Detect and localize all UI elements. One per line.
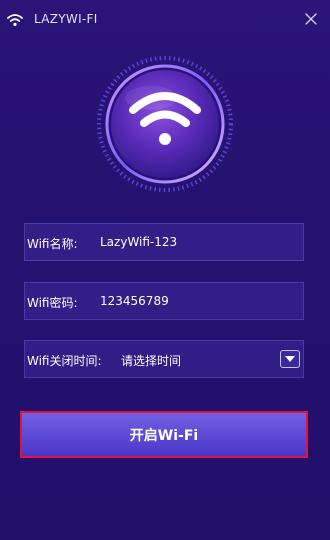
start-wifi-button[interactable]: 开启Wi-Fi: [22, 413, 306, 456]
ssid-label: Wifi名称:: [27, 237, 78, 251]
close-time-label: Wifi关闭时间:: [27, 354, 102, 368]
password-input[interactable]: 123456789: [100, 294, 169, 308]
chevron-down-icon: [285, 356, 295, 362]
close-time-field[interactable]: Wifi关闭时间: 请选择时间: [24, 340, 304, 378]
password-field[interactable]: Wifi密码: 123456789: [24, 282, 304, 320]
wifi-hotspot-graphic: [97, 56, 233, 192]
password-label: Wifi密码:: [27, 296, 78, 310]
close-time-select[interactable]: 请选择时间: [121, 352, 181, 369]
ssid-input[interactable]: LazyWifi-123: [100, 235, 177, 249]
time-dropdown-button[interactable]: [280, 350, 300, 368]
ssid-field[interactable]: Wifi名称: LazyWifi-123: [24, 223, 304, 261]
app-title: LAZYWI-FI: [34, 12, 98, 26]
close-icon[interactable]: [304, 12, 318, 26]
title-bar: LAZYWI-FI: [0, 0, 330, 40]
wifi-icon: [7, 14, 23, 26]
